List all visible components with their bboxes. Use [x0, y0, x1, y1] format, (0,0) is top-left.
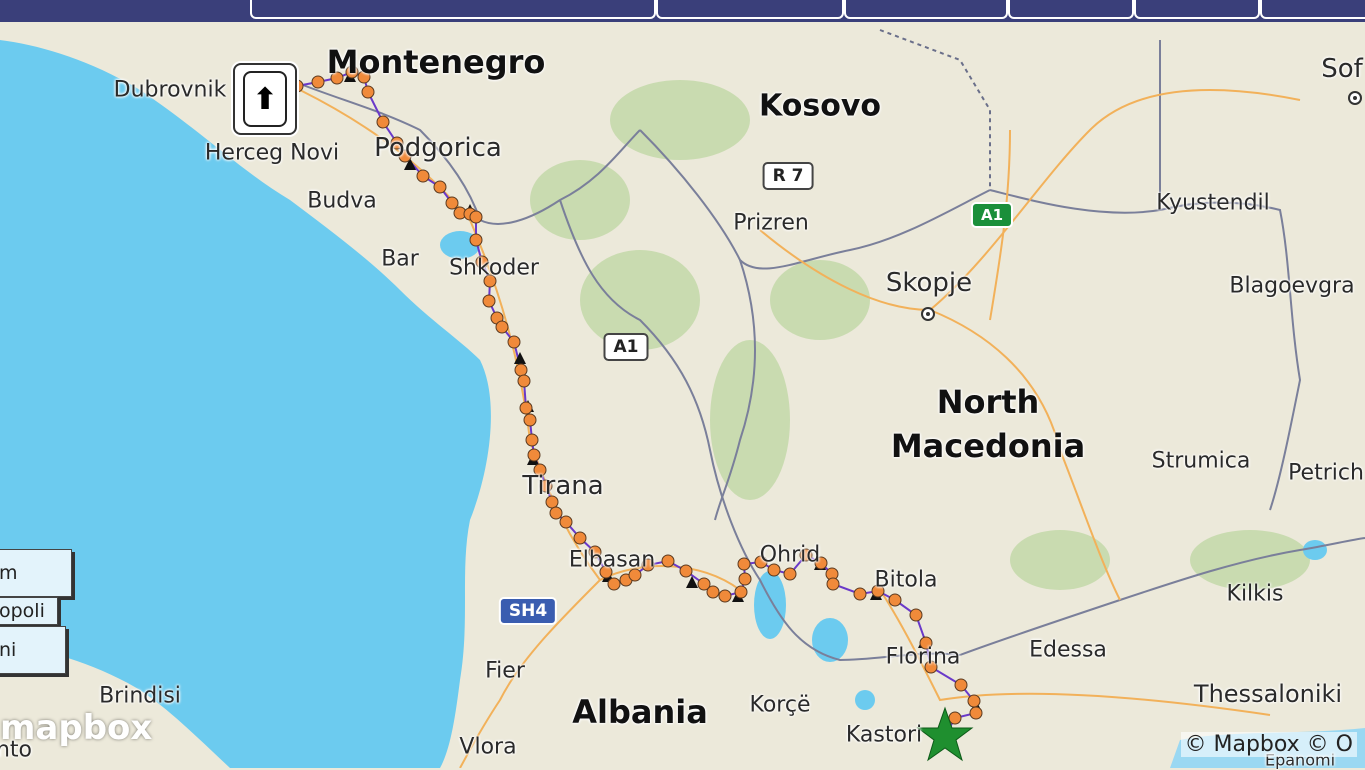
map-canvas[interactable] — [0, 0, 1365, 768]
road-shield-sh4: SH4 — [498, 597, 558, 625]
route-point-marker[interactable] — [445, 196, 459, 210]
route-point-marker[interactable] — [969, 706, 983, 720]
country-label-macedonia: Macedonia — [890, 427, 1086, 465]
side-item-label: m — [0, 562, 18, 584]
route-point-marker[interactable] — [826, 577, 840, 591]
route-point-marker[interactable] — [549, 506, 563, 520]
route-point-marker[interactable] — [361, 85, 375, 99]
route-point-marker[interactable] — [967, 694, 981, 708]
route-point-marker[interactable] — [954, 678, 968, 692]
tab-4[interactable] — [1008, 0, 1134, 19]
road-shield-r7: R 7 — [762, 162, 814, 190]
route-point-marker[interactable] — [706, 585, 720, 599]
route-point-marker[interactable] — [416, 169, 430, 183]
city-label-tirana: Tirana — [522, 471, 604, 501]
route-point-marker[interactable] — [525, 433, 539, 447]
tab-3[interactable] — [844, 0, 1008, 19]
route-point-marker[interactable] — [948, 711, 962, 725]
side-item-2[interactable]: opoli — [0, 597, 58, 625]
route-point-marker[interactable] — [376, 115, 390, 129]
city-label-petrich: Petrich — [1288, 460, 1364, 486]
north-up-button[interactable]: ⬆ — [233, 63, 297, 135]
route-point-marker[interactable] — [718, 589, 732, 603]
city-label-brindisi: Brindisi — [99, 683, 181, 709]
city-label-korce: Korçë — [749, 692, 811, 718]
side-item-label: opoli — [0, 600, 45, 622]
city-label-edessa: Edessa — [1029, 637, 1107, 663]
city-label-skopje: Skopje — [885, 268, 973, 298]
side-item-label: ni — [0, 639, 17, 661]
city-label-podgorica: Podgorica — [374, 133, 502, 163]
side-item-3[interactable]: ni — [0, 626, 66, 674]
route-point-marker[interactable] — [517, 374, 531, 388]
road-shield-a1: A1 — [603, 333, 649, 361]
route-point-marker[interactable] — [607, 577, 621, 591]
route-point-marker[interactable] — [737, 557, 751, 571]
route-point-marker[interactable] — [469, 233, 483, 247]
road-shield-a1-green: A1 — [970, 202, 1014, 228]
route-point-marker[interactable] — [738, 572, 752, 586]
city-label-florina: Florina — [885, 644, 961, 670]
route-point-marker[interactable] — [559, 515, 573, 529]
route-point-marker[interactable] — [519, 401, 533, 415]
city-label-fier: Fier — [485, 658, 525, 684]
route-point-marker[interactable] — [679, 564, 693, 578]
city-label-blagoevgrad: Blagoevgra — [1229, 273, 1355, 299]
city-label-ohrid: Ohrid — [759, 542, 821, 568]
route-point-marker[interactable] — [433, 180, 447, 194]
city-label-shkoder: Shkoder — [449, 255, 539, 281]
arrow-up-icon: ⬆ — [243, 71, 287, 127]
city-label-kyustendil: Kyustendil — [1156, 190, 1270, 216]
top-bar — [0, 0, 1365, 22]
route-point-marker[interactable] — [482, 294, 496, 308]
city-label-kastoria: Kastori — [845, 722, 923, 748]
attribution-link[interactable]: © Mapbox © O — [1180, 732, 1357, 757]
city-label-dubrovnik: Dubrovnik — [113, 77, 227, 103]
route-point-marker[interactable] — [853, 587, 867, 601]
route-point-marker[interactable] — [909, 608, 923, 622]
city-label-budva: Budva — [307, 188, 377, 214]
route-point-marker[interactable] — [527, 448, 541, 462]
city-label-elbasan: Elbasan — [568, 547, 656, 573]
country-label-kosovo: Kosovo — [759, 88, 881, 124]
tab-1[interactable] — [250, 0, 656, 19]
city-label-kilkis: Kilkis — [1226, 581, 1284, 607]
kosovo-border — [879, 29, 991, 190]
side-item-1[interactable]: m — [0, 549, 72, 597]
city-label-bitola: Bitola — [874, 567, 938, 593]
country-label-north: North — [936, 383, 1040, 421]
route-point-marker[interactable] — [311, 75, 325, 89]
country-label-albania: Albania — [572, 693, 708, 731]
city-label-vlora: Vlora — [459, 734, 517, 760]
city-label-prizren: Prizren — [733, 210, 809, 236]
mapbox-logo: mapbox — [0, 708, 153, 748]
tab-6[interactable] — [1260, 0, 1365, 19]
city-label-sofia: Sof — [1321, 54, 1363, 84]
route-point-marker[interactable] — [523, 413, 537, 427]
route-point-marker[interactable] — [888, 593, 902, 607]
route-point-marker[interactable] — [734, 585, 748, 599]
city-label-strumica: Strumica — [1151, 448, 1251, 474]
route-point-marker[interactable] — [514, 363, 528, 377]
route-point-marker[interactable] — [573, 531, 587, 545]
city-label-herceg-novi: Herceg Novi — [204, 140, 340, 166]
city-label-thessaloniki: Thessaloniki — [1193, 680, 1343, 708]
tab-5[interactable] — [1134, 0, 1260, 19]
route-point-marker[interactable] — [507, 335, 521, 349]
tab-2[interactable] — [656, 0, 844, 19]
route-point-marker[interactable] — [661, 554, 675, 568]
route-point-marker[interactable] — [783, 567, 797, 581]
country-label-montenegro: Montenegro — [326, 43, 546, 81]
city-label-bar: Bar — [381, 246, 419, 272]
route-point-marker[interactable] — [469, 210, 483, 224]
route-point-marker[interactable] — [495, 320, 509, 334]
